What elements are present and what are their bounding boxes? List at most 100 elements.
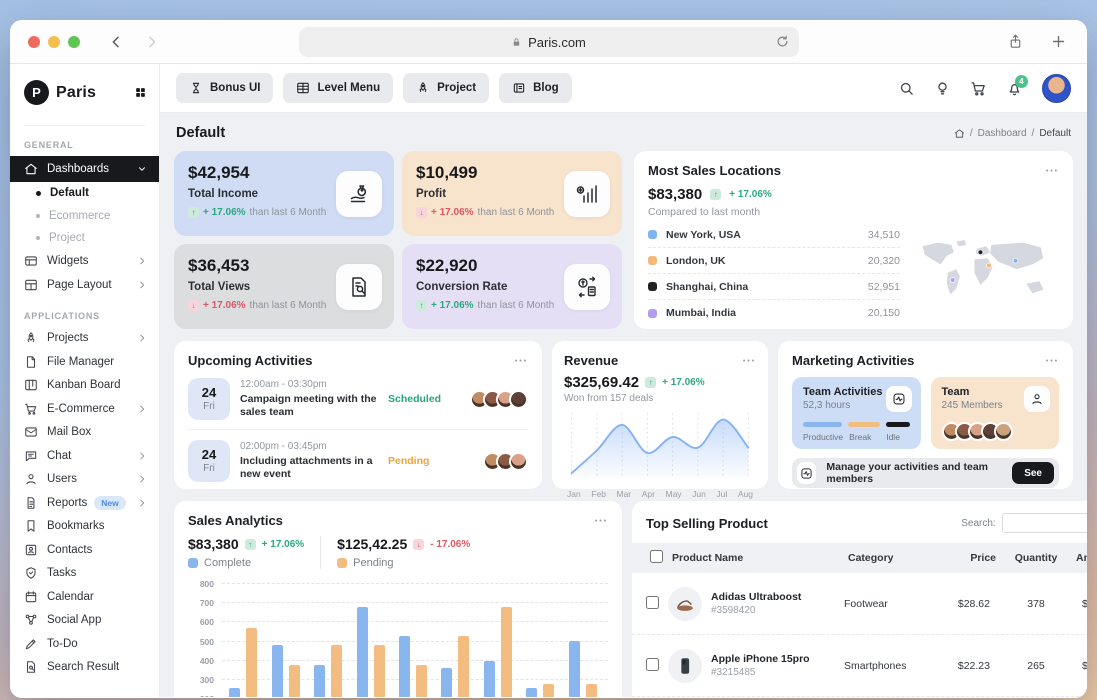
revenue-x-axis: JanFebMarAprMayJunJulAug (564, 489, 756, 499)
sidebar-subitem-project[interactable]: Project (10, 227, 159, 250)
user-icon (24, 472, 38, 486)
sidebar-item-widgets[interactable]: Widgets (10, 250, 159, 274)
table-icon (296, 81, 310, 95)
sidebar-item-to-do[interactable]: To-Do (10, 632, 159, 656)
more-options-icon[interactable] (1044, 163, 1059, 178)
lock-icon (511, 36, 522, 49)
bar-complete (357, 607, 368, 697)
reload-icon[interactable] (775, 34, 790, 49)
bonus-ui-button[interactable]: Bonus UI (176, 73, 273, 103)
x-tick-label: May (666, 489, 682, 499)
product-amount: $3,432.10 (1072, 598, 1087, 610)
close-window-button[interactable] (28, 36, 40, 48)
product-price: $28.62 (938, 598, 1000, 610)
forward-icon[interactable] (144, 34, 160, 50)
sidebar-item-e-commerce[interactable]: E-Commerce (10, 397, 159, 421)
search-doc-icon (24, 660, 38, 674)
sidebar-item-label: To-Do (47, 638, 78, 650)
row-checkbox[interactable] (646, 658, 659, 671)
url-bar[interactable]: Paris.com (299, 27, 799, 57)
blog-button[interactable]: Blog (499, 73, 572, 103)
layout-icon (24, 278, 38, 292)
row-checkbox[interactable] (646, 596, 659, 609)
column-header: Amount (1072, 552, 1087, 564)
search-icon[interactable] (898, 80, 915, 97)
sidebar-item-label: Kanban Board (47, 379, 121, 391)
zoom-window-button[interactable] (68, 36, 80, 48)
location-value: 34,510 (868, 229, 900, 241)
sidebar-item-kanban-board[interactable]: Kanban Board (10, 374, 159, 398)
sidebar-item-users[interactable]: Users (10, 468, 159, 492)
sidebar-item-label: E-Commerce (47, 403, 115, 415)
stat-card-conversion-rate: $22,920 Conversion Rate ↑ + 17.06% than … (402, 244, 622, 329)
product-name: Adidas Ultraboost (711, 591, 801, 603)
see-button[interactable]: See (1012, 462, 1054, 484)
more-options-icon[interactable] (593, 513, 608, 528)
sidebar-item-projects[interactable]: Projects (10, 327, 159, 351)
chevron-right-icon (137, 256, 147, 266)
sidebar-item-reports[interactable]: Reports New (10, 491, 159, 515)
user-avatar[interactable] (1042, 74, 1071, 103)
more-options-icon[interactable] (1044, 353, 1059, 368)
sidebar-item-bookmarks[interactable]: Bookmarks (10, 515, 159, 539)
bar-group (569, 641, 597, 697)
column-header: Price (938, 552, 1000, 564)
product-search-input[interactable] (1002, 513, 1087, 533)
product-amount: $8,354.64 (1072, 660, 1087, 672)
date-day: 24 (202, 386, 216, 400)
back-icon[interactable] (108, 34, 124, 50)
share-icon[interactable] (1007, 33, 1024, 50)
locations-list: New York, USA 34,510 London, UK 20,320 (648, 222, 900, 326)
sidebar-item-label: Chat (47, 450, 71, 462)
sidebar-subitem-ecommerce[interactable]: Ecommerce (10, 205, 159, 228)
stat-delta: + 17.06% (203, 300, 246, 311)
level-menu-button[interactable]: Level Menu (283, 73, 393, 103)
minimize-window-button[interactable] (48, 36, 60, 48)
cart-icon[interactable] (970, 80, 987, 97)
sidebar-item-chat[interactable]: Chat (10, 444, 159, 468)
sidebar-item-social-app[interactable]: Social App (10, 609, 159, 633)
bar-complete (569, 641, 580, 697)
table-row[interactable]: Adidas Ultraboost #3598420 Footwear $28.… (632, 573, 1087, 635)
y-tick-label: 400 (188, 656, 214, 666)
sidebar-item-contacts[interactable]: Contacts (10, 538, 159, 562)
sidebar-item-file-manager[interactable]: File Manager (10, 350, 159, 374)
notifications-button[interactable]: 4 (1006, 80, 1023, 97)
activity-segments-labels: ProductiveBreakIdle (803, 432, 910, 442)
more-options-icon[interactable] (513, 353, 528, 368)
sidebar-item-calendar[interactable]: Calendar (10, 585, 159, 609)
sidebar-item-search-result[interactable]: Search Result (10, 656, 159, 680)
sidebar-item-label: Default (50, 187, 89, 199)
marketing-activities-panel: Marketing Activities Team Activities 52,… (778, 341, 1073, 489)
segment-label: Productive (803, 432, 843, 442)
table-row[interactable]: Apple iPhone 15pro #3215485 Smartphones … (632, 635, 1087, 697)
location-value: 20,150 (868, 307, 900, 319)
location-name: London, UK (666, 255, 725, 267)
team-card: Team 245 Members (931, 377, 1060, 449)
new-tab-icon[interactable] (1050, 33, 1067, 50)
money-swap-icon (575, 275, 599, 299)
breadcrumb-default: Default (1039, 128, 1071, 139)
activity-item[interactable]: 24 Fri 12:00am - 03:30pm Campaign meetin… (188, 368, 528, 429)
sidebar-item-page-layout[interactable]: Page Layout (10, 273, 159, 297)
breadcrumb-dashboard[interactable]: Dashboard (978, 128, 1027, 139)
apps-grid-icon[interactable] (134, 86, 147, 99)
widgets-icon (24, 254, 38, 268)
locations-delta: + 17.06% (729, 189, 772, 200)
breadcrumb: / Dashboard / Default (954, 128, 1071, 139)
revenue-subtitle: Won from 157 deals (564, 393, 756, 404)
project-button[interactable]: Project (403, 73, 489, 103)
sidebar-item-tasks[interactable]: Tasks (10, 562, 159, 586)
sidebar-item-mail-box[interactable]: Mail Box (10, 421, 159, 445)
button-label: Project (437, 82, 476, 94)
bulb-icon[interactable] (934, 80, 951, 97)
x-tick-label: Feb (591, 489, 606, 499)
select-all-checkbox[interactable] (650, 550, 663, 563)
avatar (994, 422, 1013, 441)
home-icon[interactable] (954, 128, 965, 139)
activity-item[interactable]: 24 Fri 02:00pm - 03:45pm Including attac… (188, 429, 528, 491)
sidebar-subitem-default[interactable]: Default (10, 182, 159, 205)
location-row: New York, USA 34,510 (648, 222, 900, 248)
sidebar-item-dashboards[interactable]: Dashboards (10, 156, 159, 182)
more-options-icon[interactable] (741, 353, 756, 368)
